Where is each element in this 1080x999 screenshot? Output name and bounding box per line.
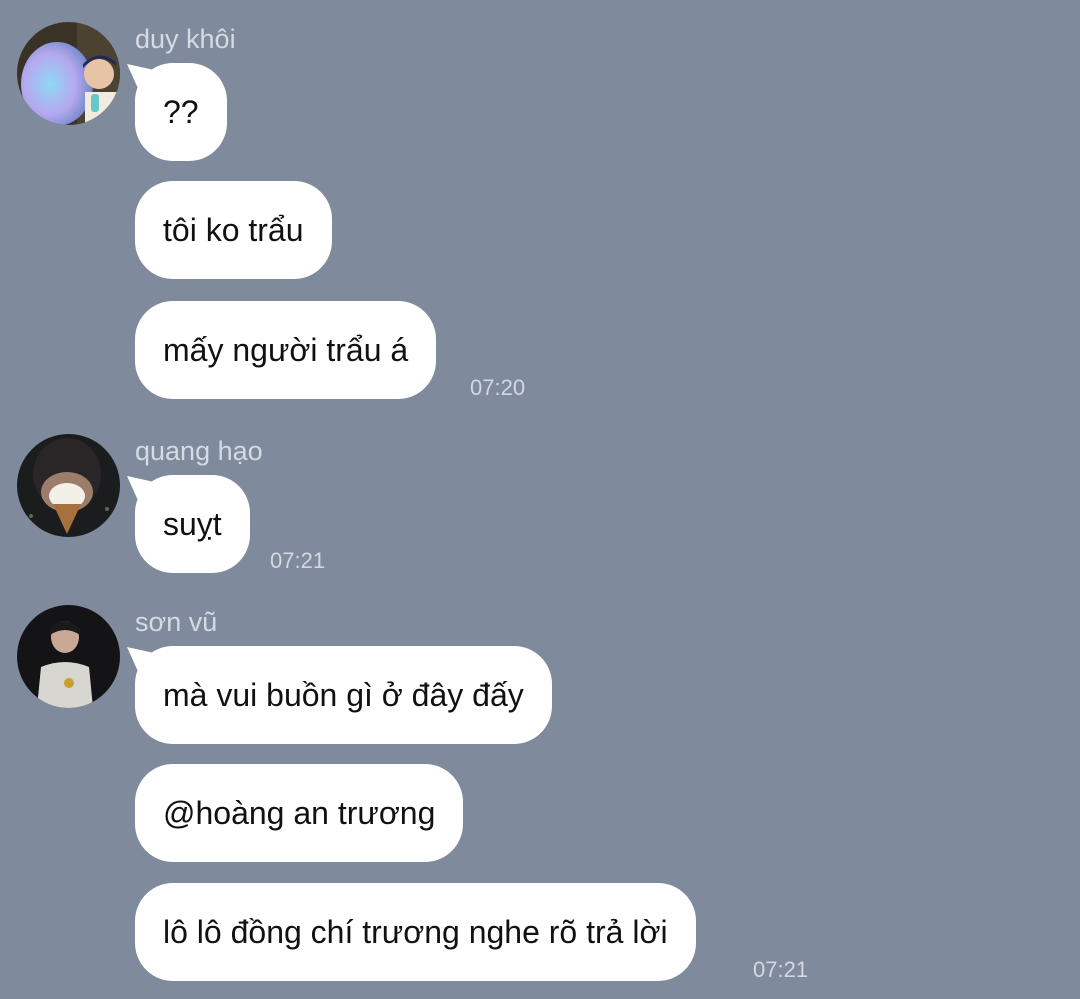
message-bubble[interactable]: suỵt	[135, 475, 250, 573]
message-bubble[interactable]: tôi ko trẩu	[135, 181, 332, 279]
profile-photo-icon	[17, 434, 120, 537]
profile-photo-icon	[17, 22, 120, 125]
message-timestamp: 07:21	[753, 957, 809, 982]
avatar-son-vu[interactable]	[17, 605, 120, 708]
message-bubble[interactable]: ??	[135, 63, 227, 161]
message-bubble[interactable]: mấy người trẩu á	[135, 301, 437, 399]
sender-name: sơn vũ	[135, 607, 218, 637]
sender-name: quang hạo	[135, 436, 263, 466]
message-bubble[interactable]: lô lô đồng chí trương nghe rõ trả lời	[135, 883, 696, 981]
message-timestamp: 07:21	[270, 548, 326, 573]
message-bubble[interactable]: @hoàng an trương	[135, 764, 464, 862]
sender-name: duy khôi	[135, 24, 236, 54]
avatar-duy-khoi[interactable]	[17, 22, 120, 125]
message-timestamp: 07:20	[470, 375, 526, 400]
avatar-quang-hao[interactable]	[17, 434, 120, 537]
message-bubble[interactable]: mà vui buồn gì ở đây đấy	[135, 646, 552, 744]
profile-photo-icon	[17, 605, 120, 708]
